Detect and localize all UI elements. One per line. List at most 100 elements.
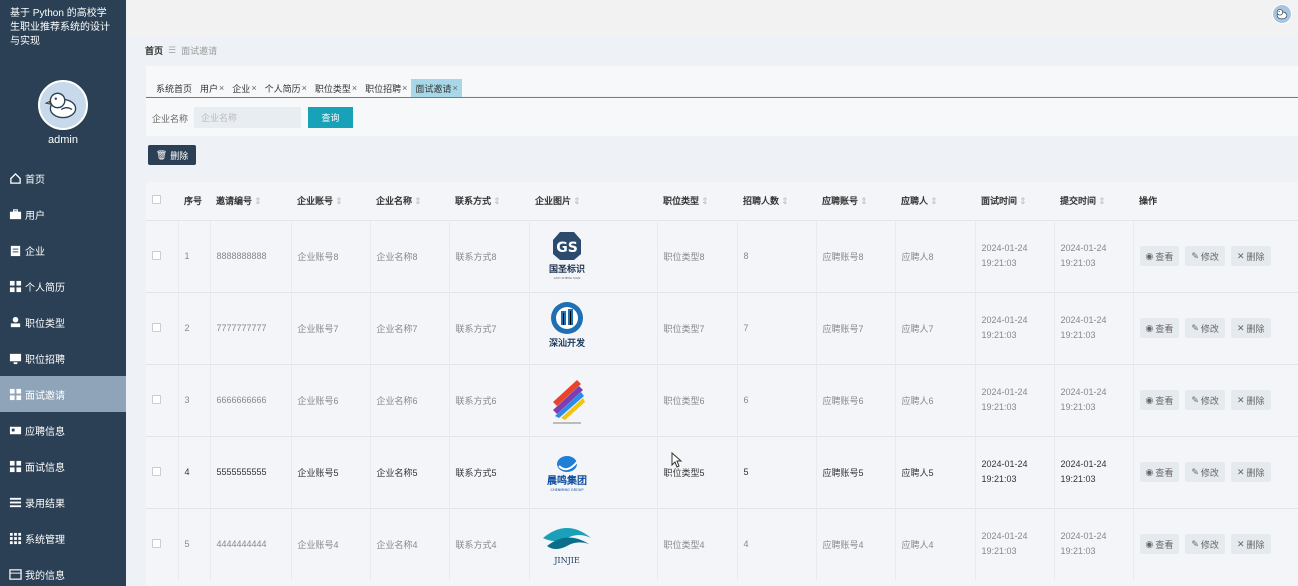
column-header-1[interactable]: 邀请编号 ⇕ [210, 182, 291, 220]
row-checkbox[interactable] [152, 394, 161, 404]
sidebar-item-label: 首页 [25, 174, 45, 186]
edit-button[interactable]: ✎ 修改 [1185, 462, 1225, 482]
row-delete-button[interactable]: ✕ 删除 [1230, 318, 1271, 338]
cell-logo: JINJIE [529, 507, 658, 580]
top-avatar[interactable] [1272, 4, 1292, 24]
cell-name: 企业名称8 [370, 219, 450, 292]
column-header-6[interactable]: 职位类型 ⇕ [657, 182, 737, 220]
row-checkbox[interactable] [152, 322, 161, 332]
sidebar-item-9[interactable]: 录用结果 [0, 484, 126, 520]
view-button[interactable]: ◉ 查看 [1139, 246, 1180, 266]
edit-label: 修改 [1200, 467, 1219, 478]
sort-icon[interactable]: ⇕ [1098, 196, 1106, 206]
tab-5[interactable]: 职位招聘 × [361, 79, 412, 97]
cell-actions: ◉ 查看 ✎ 修改 ✕ 删除 [1133, 219, 1298, 292]
cell-logo: GS 国圣标识 GUO SHENG SIGN [529, 219, 658, 292]
row-delete-button[interactable]: ✕ 删除 [1230, 246, 1271, 266]
close-icon[interactable]: × [302, 83, 307, 93]
row-checkbox[interactable] [152, 538, 161, 548]
edit-button[interactable]: ✎ 修改 [1185, 534, 1225, 555]
avatar[interactable] [38, 80, 88, 130]
column-header-3[interactable]: 企业名称 ⇕ [370, 182, 449, 220]
sort-icon[interactable]: ⇕ [781, 196, 789, 206]
column-header-label: 企业账号 [297, 196, 334, 207]
column-header-4[interactable]: 联系方式 ⇕ [449, 182, 529, 220]
select-all-checkbox[interactable] [152, 195, 161, 205]
sort-icon[interactable]: ⇕ [254, 196, 262, 206]
view-label: 查看 [1155, 323, 1174, 334]
row-delete-button[interactable]: ✕ 删除 [1230, 390, 1271, 410]
column-header-2[interactable]: 企业账号 ⇕ [291, 182, 370, 220]
column-header-8[interactable]: 应聘账号 ⇕ [816, 182, 895, 220]
sort-icon[interactable]: ⇕ [493, 196, 501, 206]
view-button[interactable]: ◉ 查看 [1139, 462, 1180, 482]
close-icon[interactable]: × [452, 83, 457, 93]
tab-1[interactable]: 用户 × [196, 79, 229, 97]
close-icon[interactable]: × [251, 83, 256, 93]
row-delete-button[interactable]: ✕ 删除 [1230, 462, 1271, 482]
column-header-10[interactable]: 面试时间 ⇕ [975, 182, 1054, 220]
column-header-label: 企业名称 [376, 196, 413, 207]
edit-button[interactable]: ✎ 修改 [1185, 246, 1225, 266]
cell-interview_time: 2024-01-24 19:21:03 [975, 435, 1055, 508]
search-input[interactable] [194, 107, 301, 128]
close-icon[interactable]: × [402, 83, 407, 93]
table-body: 1 8888888888 企业账号8 企业名称8 联系方式8 GS 国圣标识 GUO SHEN… [146, 219, 1298, 580]
cell-name: 企业名称6 [370, 363, 450, 436]
sort-icon[interactable]: ⇕ [414, 196, 422, 206]
sort-icon[interactable]: ⇕ [701, 196, 709, 206]
sidebar-item-8[interactable]: 面试信息 [0, 448, 126, 484]
view-button[interactable]: ◉ 查看 [1139, 534, 1180, 555]
tab-3[interactable]: 个人简历 × [260, 79, 311, 97]
sort-icon[interactable]: ⇕ [335, 196, 343, 206]
cell-applicant: 应聘人7 [895, 291, 976, 364]
avatar-section: admin [0, 80, 126, 150]
close-icon[interactable]: × [219, 83, 224, 93]
column-header-5[interactable]: 企业图片 ⇕ [529, 182, 657, 220]
edit-button[interactable]: ✎ 修改 [1185, 390, 1225, 410]
sort-icon[interactable]: ⇕ [930, 196, 938, 206]
column-header-label: 联系方式 [455, 196, 492, 207]
tab-label: 职位招聘 [365, 83, 402, 94]
sidebar-item-1[interactable]: 用户 [0, 196, 126, 232]
sidebar-item-10[interactable]: 系统管理 [0, 520, 126, 556]
sidebar-item-7[interactable]: 应聘信息 [0, 412, 126, 448]
sidebar-item-2[interactable]: 企业 [0, 232, 126, 268]
view-button[interactable]: ◉ 查看 [1139, 318, 1180, 338]
edit-button[interactable]: ✎ 修改 [1185, 318, 1225, 338]
tab-2[interactable]: 企业 × [228, 79, 261, 97]
breadcrumb-separator-icon: ☰ [168, 45, 177, 55]
sidebar-item-3[interactable]: 个人简历 [0, 268, 126, 304]
cell-submit_time: 2024-01-24 19:21:03 [1054, 363, 1134, 436]
sort-icon[interactable]: ⇕ [860, 196, 868, 206]
tab-6[interactable]: 面试邀请 × [411, 79, 462, 97]
close-icon[interactable]: × [352, 83, 357, 93]
sidebar-item-5[interactable]: 职位招聘 [0, 340, 126, 376]
sidebar-item-label: 我的信息 [25, 570, 65, 582]
sort-icon[interactable]: ⇕ [573, 196, 581, 206]
cell-actions: ◉ 查看 ✎ 修改 ✕ 删除 [1133, 507, 1298, 580]
breadcrumb-home[interactable]: 首页 [145, 44, 163, 57]
cell-count: 4 [737, 507, 817, 580]
cell-interview_time: 2024-01-24 19:21:03 [975, 363, 1055, 436]
column-header-7[interactable]: 招聘人数 ⇕ [737, 182, 816, 220]
sort-icon[interactable]: ⇕ [1019, 196, 1027, 206]
sidebar-item-11[interactable]: 我的信息 [0, 556, 126, 586]
view-button[interactable]: ◉ 查看 [1139, 390, 1180, 410]
row-checkbox[interactable] [152, 250, 161, 260]
cell-apply_account: 应聘账号7 [816, 291, 896, 364]
grid-icon [8, 387, 22, 401]
delete-button[interactable]: 🗑 删除 [148, 145, 196, 165]
sidebar-item-4[interactable]: 职位类型 [0, 304, 126, 340]
cell-name: 企业名称4 [370, 507, 450, 580]
tab-4[interactable]: 职位类型 × [310, 79, 362, 97]
sidebar-item-0[interactable]: 首页 [0, 160, 126, 196]
cell-contact: 联系方式7 [449, 291, 530, 364]
sidebar-item-6[interactable]: 面试邀请 [0, 376, 126, 412]
tab-0[interactable]: 系统首页 [152, 79, 197, 97]
row-delete-button[interactable]: ✕ 删除 [1230, 534, 1271, 555]
column-header-11[interactable]: 提交时间 ⇕ [1054, 182, 1133, 220]
column-header-9[interactable]: 应聘人 ⇕ [895, 182, 975, 220]
search-button[interactable]: 查询 [308, 107, 353, 128]
row-checkbox[interactable] [152, 466, 161, 476]
